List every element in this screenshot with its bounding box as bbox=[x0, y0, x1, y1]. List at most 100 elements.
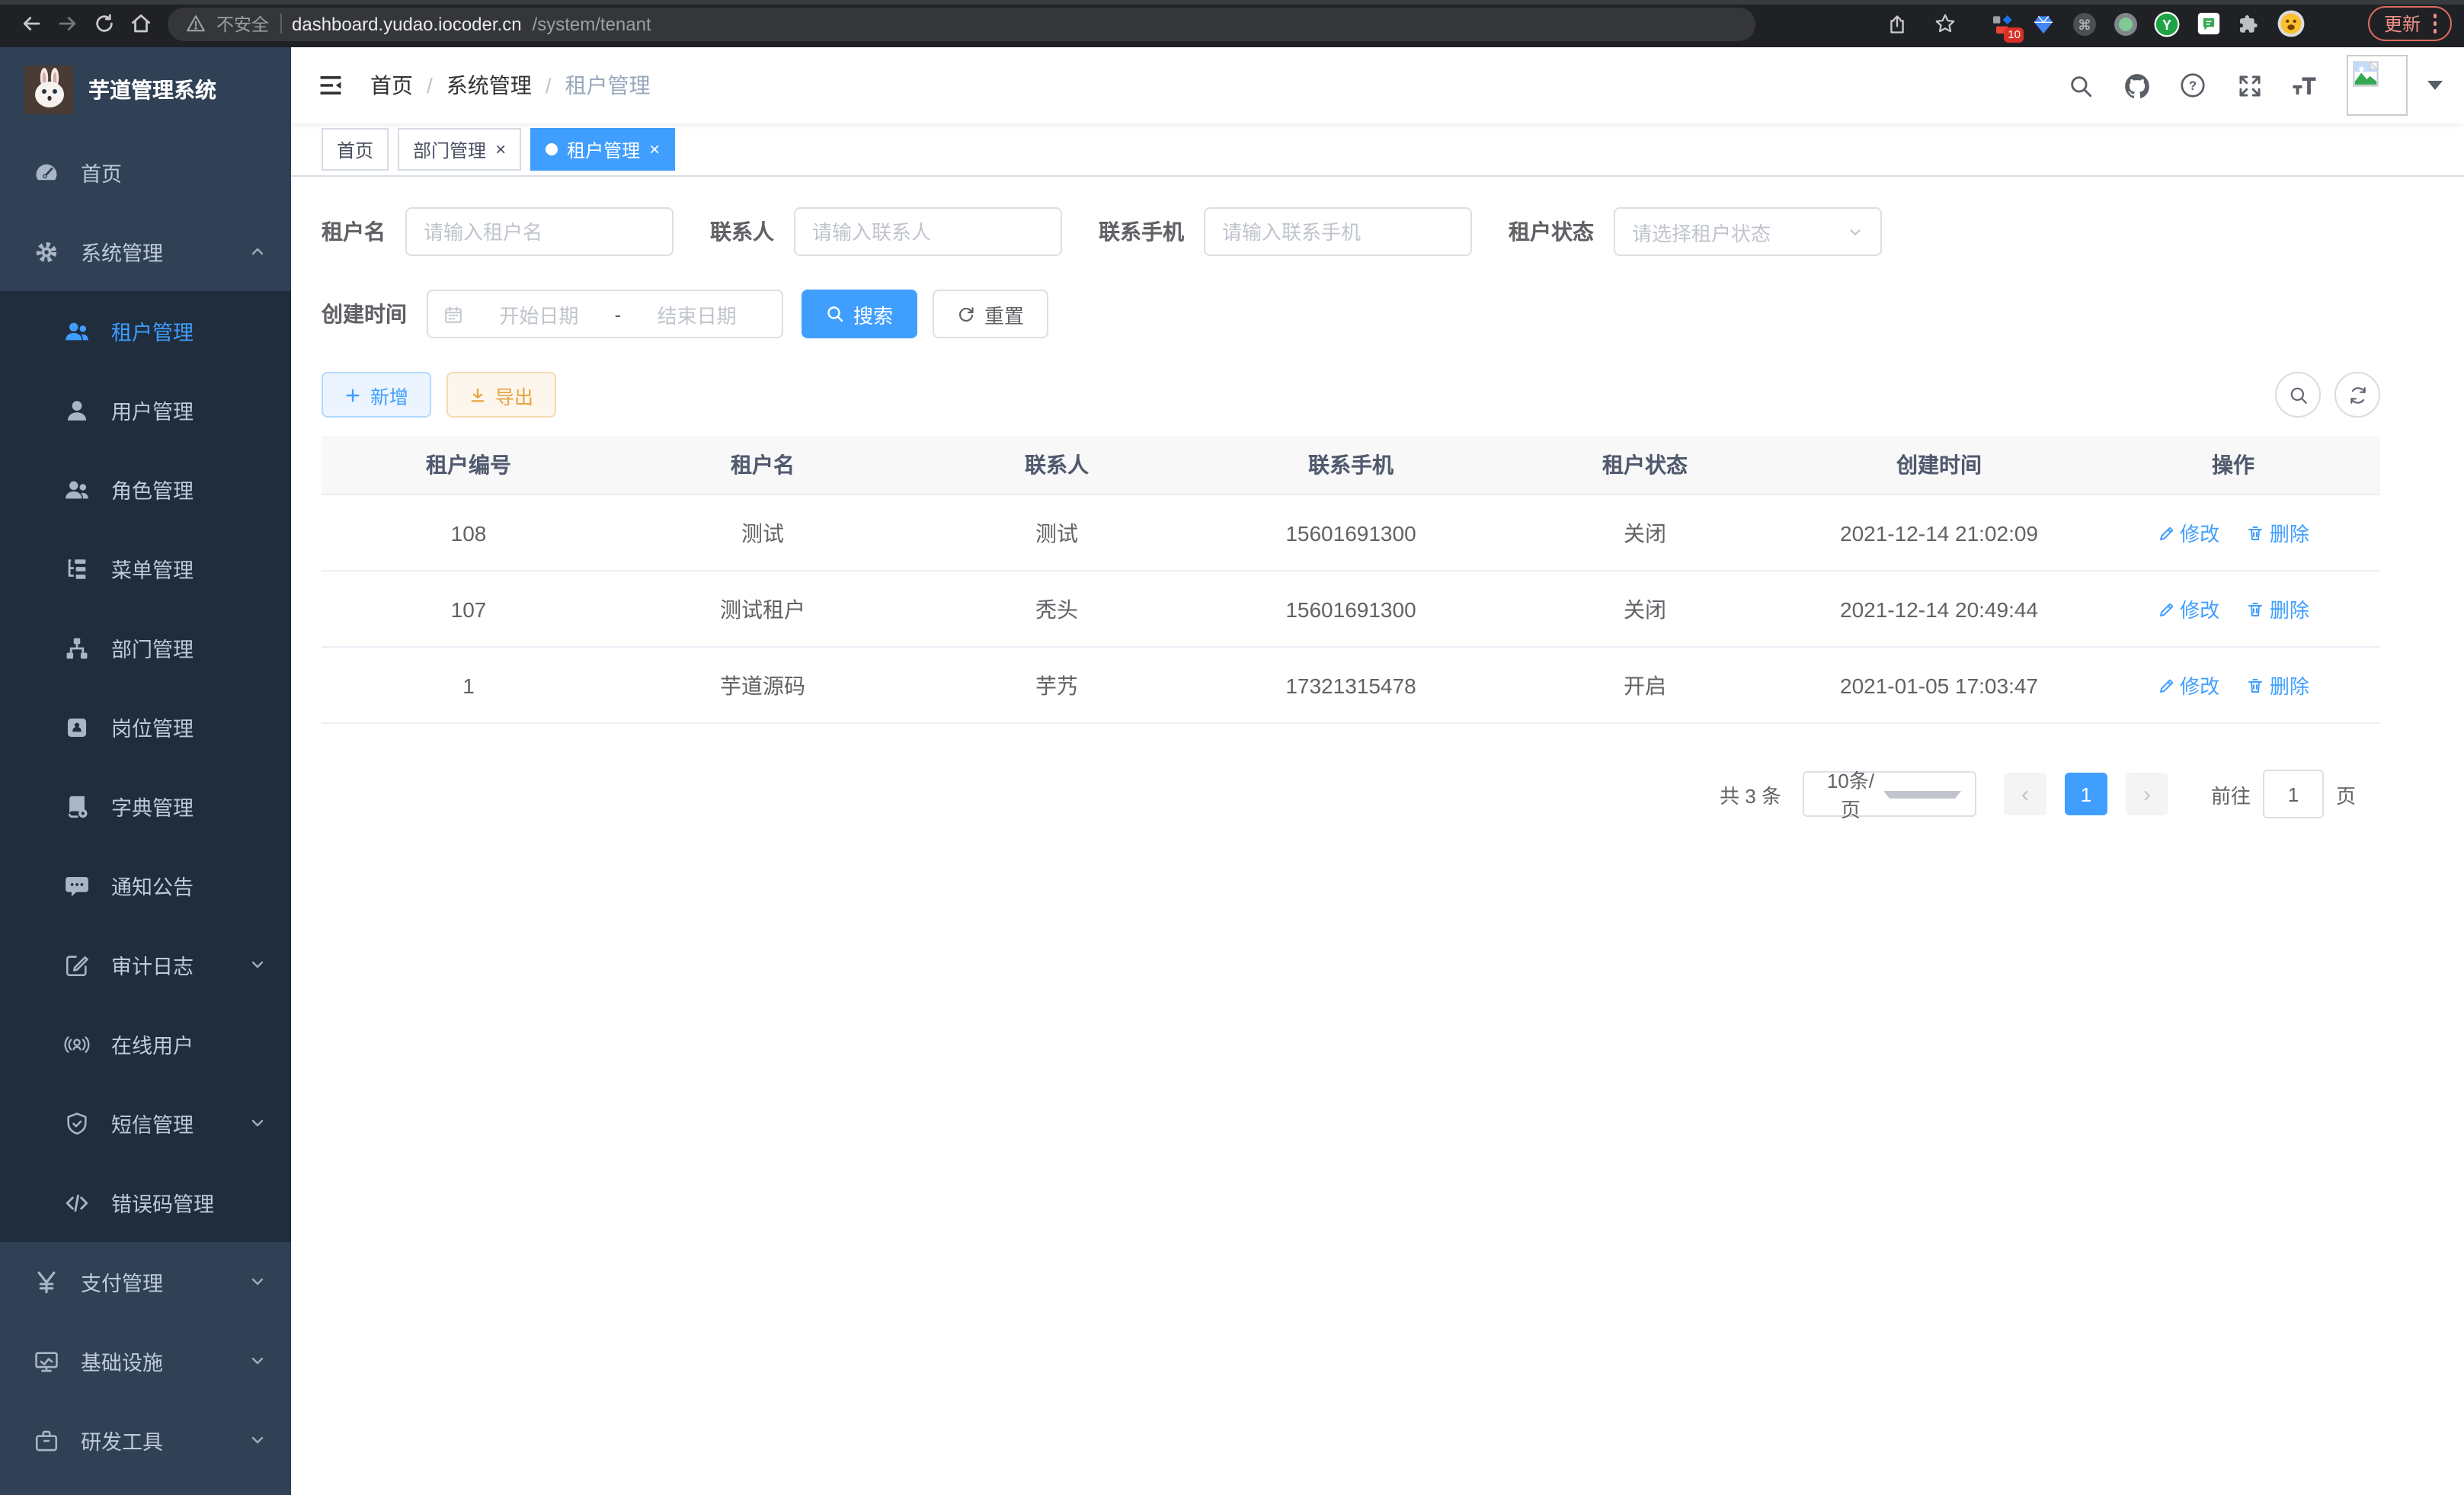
contact-mobile-input[interactable] bbox=[1204, 207, 1472, 256]
share-button[interactable] bbox=[1880, 5, 1916, 42]
profile-avatar-button[interactable] bbox=[2276, 8, 2306, 39]
delete-link[interactable]: 删除 bbox=[2247, 594, 2309, 623]
date-separator: - bbox=[615, 303, 622, 325]
filter-row-1: 租户名 联系人 联系手机 租户状态 请选择租户状态 bbox=[322, 207, 2380, 256]
sidebar-item-audit-log[interactable]: 审计日志 bbox=[0, 925, 291, 1004]
extensions-puzzle-button[interactable] bbox=[2235, 8, 2265, 39]
next-icon: › bbox=[2143, 781, 2151, 807]
breadcrumb-current: 租户管理 bbox=[565, 70, 651, 101]
font-size-button[interactable] bbox=[2290, 70, 2321, 101]
tab-dept[interactable]: 部门管理 × bbox=[398, 128, 521, 171]
toggle-search-button[interactable] bbox=[2275, 372, 2321, 418]
sidebar-item-dept[interactable]: 部门管理 bbox=[0, 608, 291, 687]
tenant-name-input[interactable] bbox=[405, 207, 674, 256]
contact-name-input[interactable] bbox=[794, 207, 1062, 256]
chevron-down-icon bbox=[1847, 223, 1864, 240]
tenant-status-select[interactable]: 请选择租户状态 bbox=[1614, 207, 1882, 256]
edit-label: 修改 bbox=[2180, 518, 2219, 547]
sidebar-item-post[interactable]: 岗位管理 bbox=[0, 687, 291, 767]
sidebar-item-notice[interactable]: 通知公告 bbox=[0, 846, 291, 925]
breadcrumb-separator: / bbox=[427, 73, 433, 98]
sidebar-collapse-button[interactable] bbox=[315, 70, 346, 101]
sidebar-item-infra[interactable]: 基础设施 bbox=[0, 1321, 291, 1401]
menu-label: 菜单管理 bbox=[111, 553, 194, 584]
github-link[interactable] bbox=[2121, 70, 2152, 101]
sidebar-item-menu[interactable]: 菜单管理 bbox=[0, 529, 291, 608]
refresh-table-button[interactable] bbox=[2334, 372, 2380, 418]
browser-reload-button[interactable] bbox=[85, 5, 122, 42]
extension-icon-gem[interactable] bbox=[2029, 8, 2059, 39]
sidebar-item-user[interactable]: 用户管理 bbox=[0, 370, 291, 450]
trash-icon bbox=[2247, 676, 2265, 694]
sidebar-menu: 首页 系统管理 租户管理 用户管理 角色管理 bbox=[0, 133, 291, 1480]
sidebar-item-dict[interactable]: 字典管理 bbox=[0, 767, 291, 846]
breadcrumb-system[interactable]: 系统管理 bbox=[446, 70, 532, 101]
sidebar-item-role[interactable]: 角色管理 bbox=[0, 450, 291, 529]
breadcrumb-separator: / bbox=[546, 73, 552, 98]
export-button[interactable]: 导出 bbox=[446, 372, 556, 418]
field-label: 租户状态 bbox=[1509, 216, 1594, 247]
user-icon bbox=[64, 397, 90, 423]
add-button[interactable]: 新增 bbox=[322, 372, 431, 418]
extension-icon-green-profile[interactable] bbox=[2111, 8, 2142, 39]
header-search-button[interactable] bbox=[2065, 70, 2095, 101]
goto-page-input[interactable] bbox=[2263, 770, 2324, 818]
prev-page-button[interactable]: ‹ bbox=[2004, 773, 2046, 815]
cell-create-time: 2021-12-14 21:02:09 bbox=[1792, 495, 2086, 571]
edit-link[interactable]: 修改 bbox=[2157, 518, 2219, 547]
next-page-button[interactable]: › bbox=[2126, 773, 2168, 815]
breadcrumb-home[interactable]: 首页 bbox=[370, 70, 413, 101]
help-button[interactable]: ? bbox=[2178, 70, 2208, 101]
sidebar-item-dev-tools[interactable]: 研发工具 bbox=[0, 1401, 291, 1480]
audit-log-icon bbox=[64, 952, 90, 978]
date-range-picker[interactable]: 开始日期 - 结束日期 bbox=[427, 290, 783, 338]
fullscreen-button[interactable] bbox=[2234, 70, 2264, 101]
reset-button[interactable]: 重置 bbox=[933, 290, 1048, 338]
cell-tenant-status: 关闭 bbox=[1498, 495, 1792, 571]
green-circle-icon bbox=[2113, 10, 2140, 37]
edit-link[interactable]: 修改 bbox=[2157, 594, 2219, 623]
search-button[interactable]: 搜索 bbox=[802, 290, 917, 338]
post-badge-icon bbox=[64, 714, 90, 740]
sidebar-item-online-users[interactable]: 在线用户 bbox=[0, 1004, 291, 1084]
edit-icon bbox=[2157, 523, 2175, 542]
address-bar[interactable]: 不安全 dashboard.yudao.iocoder.cn/system/te… bbox=[168, 7, 1755, 40]
sidebar-item-error-code[interactable]: 错误码管理 bbox=[0, 1163, 291, 1242]
users-icon bbox=[64, 318, 90, 344]
delete-label: 删除 bbox=[2270, 594, 2309, 623]
page-size-select[interactable]: 10条/页 bbox=[1803, 771, 1976, 817]
browser-update-menu[interactable]: 更新 bbox=[2369, 6, 2452, 41]
sidebar-item-sms[interactable]: 短信管理 bbox=[0, 1084, 291, 1163]
search-button-label: 搜索 bbox=[853, 299, 893, 328]
sidebar-item-home[interactable]: 首页 bbox=[0, 133, 291, 212]
browser-home-button[interactable] bbox=[122, 5, 158, 42]
browser-forward-button[interactable] bbox=[49, 5, 85, 42]
browser-back-button[interactable] bbox=[12, 5, 49, 42]
trash-icon bbox=[2247, 523, 2265, 542]
tab-tenant-active[interactable]: 租户管理 × bbox=[530, 128, 675, 171]
sidebar-item-pay[interactable]: 支付管理 bbox=[0, 1242, 291, 1321]
logo-row[interactable]: 芋道管理系统 bbox=[0, 47, 291, 133]
col-contact-name: 联系人 bbox=[910, 436, 1204, 495]
sidebar: 芋道管理系统 首页 系统管理 租户管理 用户管理 bbox=[0, 47, 291, 1495]
delete-link[interactable]: 删除 bbox=[2247, 518, 2309, 547]
extension-icon-chat[interactable] bbox=[2194, 8, 2224, 39]
extension-icon-adblock[interactable]: 10 bbox=[1988, 8, 2018, 39]
chevron-down-icon bbox=[248, 1352, 267, 1370]
user-avatar[interactable] bbox=[2347, 55, 2408, 116]
sidebar-item-system[interactable]: 系统管理 bbox=[0, 212, 291, 291]
extension-icon-y[interactable]: Y bbox=[2152, 8, 2183, 39]
tab-label: 部门管理 bbox=[413, 136, 486, 162]
tab-close-icon[interactable]: × bbox=[649, 140, 660, 158]
sidebar-item-tenant[interactable]: 租户管理 bbox=[0, 291, 291, 370]
edit-link[interactable]: 修改 bbox=[2157, 671, 2219, 699]
bookmark-button[interactable] bbox=[1927, 5, 1963, 42]
edit-icon bbox=[2157, 676, 2175, 694]
extension-icon-command[interactable]: ⌘ bbox=[2070, 8, 2101, 39]
tab-close-icon[interactable]: × bbox=[495, 140, 506, 158]
tab-home[interactable]: 首页 bbox=[322, 128, 389, 171]
delete-link[interactable]: 删除 bbox=[2247, 671, 2309, 699]
page-number-1[interactable]: 1 bbox=[2065, 773, 2107, 815]
menu-label: 字典管理 bbox=[111, 791, 194, 821]
avatar-dropdown-caret[interactable] bbox=[2427, 81, 2443, 90]
